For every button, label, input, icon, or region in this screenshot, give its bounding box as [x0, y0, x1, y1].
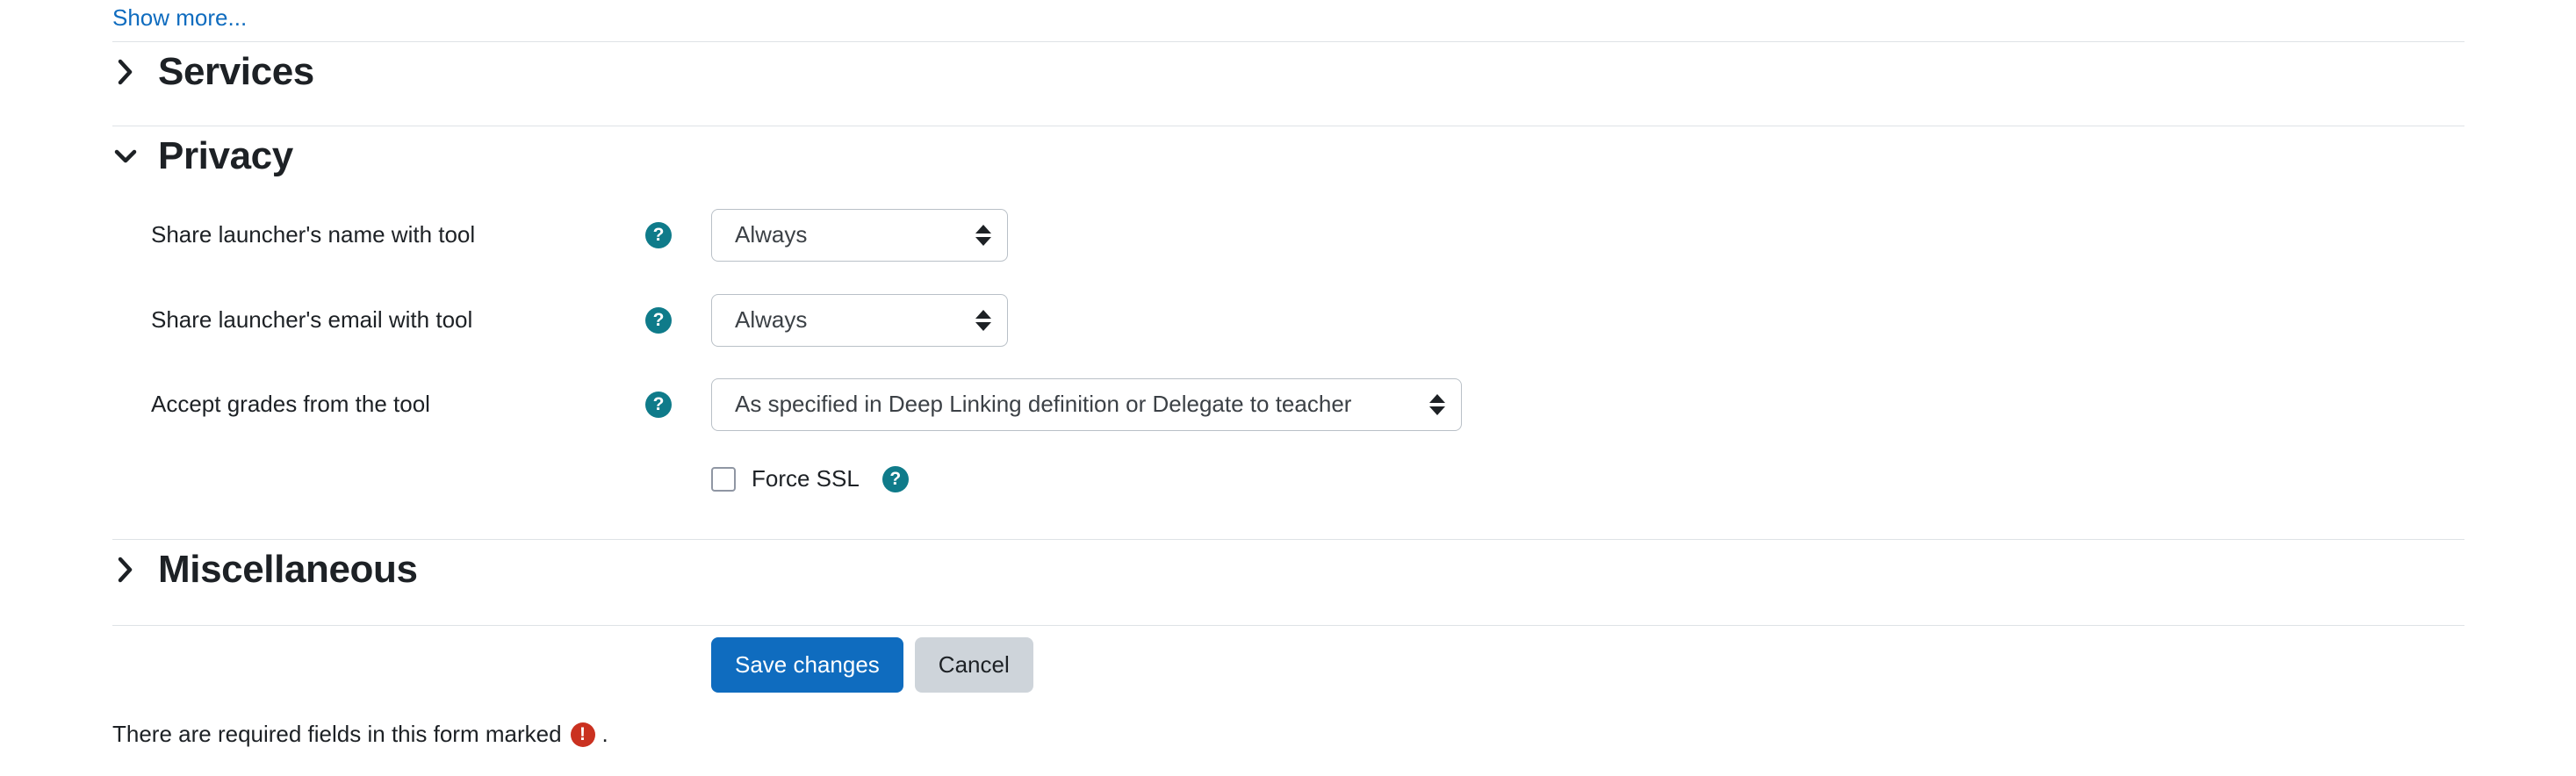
select-updown-arrows-icon — [1429, 392, 1445, 418]
select-share-launchers-name[interactable]: Always — [711, 209, 1008, 262]
required-note-text-after: . — [601, 721, 608, 747]
label-share-launchers-email: Share launcher's email with tool — [151, 306, 473, 334]
divider-above-services — [112, 41, 2464, 42]
select-share-launchers-email[interactable]: Always — [711, 294, 1008, 347]
section-title-services: Services — [158, 50, 314, 93]
help-circle-icon[interactable]: ? — [645, 307, 672, 334]
label-share-launchers-name: Share launcher's name with tool — [151, 221, 476, 248]
help-circle-icon[interactable]: ? — [645, 222, 672, 248]
divider-above-miscellaneous — [112, 539, 2464, 540]
section-header-privacy[interactable]: Privacy — [112, 134, 293, 177]
section-title-miscellaneous: Miscellaneous — [158, 548, 418, 591]
force-ssl-checkbox[interactable] — [711, 466, 736, 492]
divider-below-miscellaneous — [112, 625, 2464, 626]
required-note-text-before: There are required fields in this form m… — [112, 721, 562, 747]
select-value-share-name: Always — [735, 221, 808, 248]
lti-tool-settings-form: Show more... Services Privacy Share laun… — [0, 0, 2576, 776]
required-fields-note: There are required fields in this form m… — [112, 720, 608, 750]
select-updown-arrows-icon — [975, 307, 991, 334]
form-row-share-email: Share launcher's email with tool ? Alway… — [0, 293, 2576, 348]
form-action-buttons: Save changes Cancel — [711, 637, 1033, 693]
label-force-ssl[interactable]: Force SSL — [752, 465, 860, 492]
select-value-accept-grades: As specified in Deep Linking definition … — [735, 391, 1352, 418]
chevron-down-icon — [112, 141, 139, 171]
form-row-accept-grades: Accept grades from the tool ? As specifi… — [0, 377, 2576, 432]
section-title-privacy: Privacy — [158, 134, 293, 177]
help-circle-icon[interactable]: ? — [645, 392, 672, 418]
required-exclamation-icon: ! — [570, 722, 595, 747]
show-more-link[interactable]: Show more... — [112, 4, 247, 33]
chevron-right-icon — [112, 555, 139, 585]
save-changes-button[interactable]: Save changes — [711, 637, 903, 693]
form-row-force-ssl: Force SSL ? — [711, 465, 909, 492]
cancel-button[interactable]: Cancel — [914, 637, 1033, 693]
select-accept-grades[interactable]: As specified in Deep Linking definition … — [711, 378, 1462, 431]
section-header-services[interactable]: Services — [112, 50, 314, 93]
section-header-miscellaneous[interactable]: Miscellaneous — [112, 548, 418, 591]
label-accept-grades: Accept grades from the tool — [151, 391, 430, 418]
select-updown-arrows-icon — [975, 222, 991, 248]
form-row-share-name: Share launcher's name with tool ? Always — [0, 208, 2576, 262]
show-more-wrapper: Show more... — [112, 4, 247, 33]
chevron-right-icon — [112, 57, 139, 87]
help-circle-icon[interactable]: ? — [881, 465, 909, 492]
select-value-share-email: Always — [735, 306, 808, 334]
